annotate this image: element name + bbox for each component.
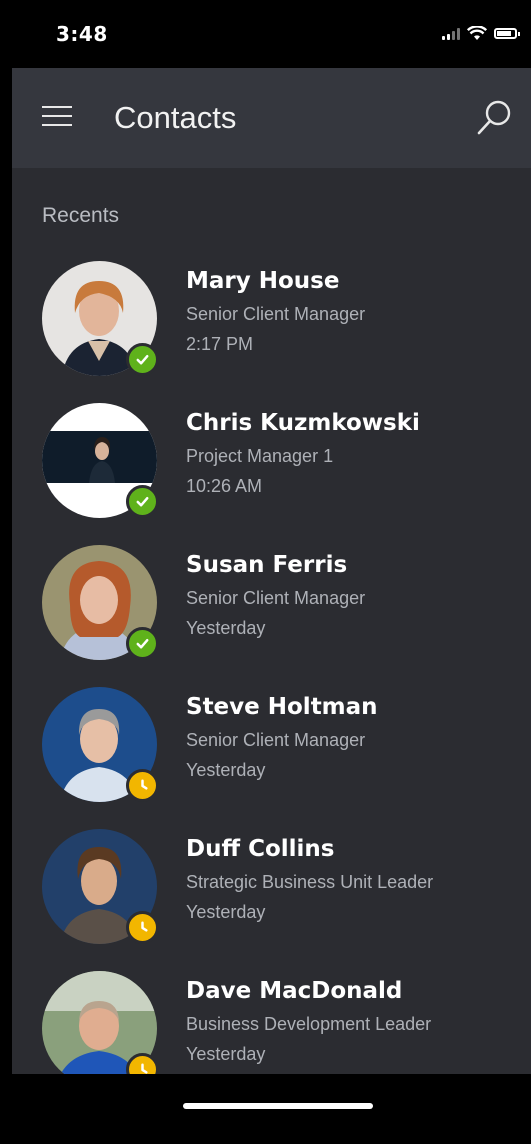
presence-away-badge <box>126 769 159 802</box>
wifi-icon <box>467 26 487 40</box>
contact-name: Susan Ferris <box>186 552 348 578</box>
presence-available-badge <box>126 485 159 518</box>
contact-time: Yesterday <box>186 618 266 638</box>
contact-time: Yesterday <box>186 1044 266 1064</box>
contact-item[interactable]: Duff Collins Strategic Business Unit Lea… <box>12 826 531 968</box>
contact-time: Yesterday <box>186 760 266 780</box>
cellular-signal-icon <box>442 27 460 40</box>
checkmark-icon <box>136 638 149 649</box>
page-title: Contacts <box>114 100 237 135</box>
contact-role: Project Manager 1 <box>186 446 334 466</box>
contact-item[interactable]: Mary House Senior Client Manager 2:17 PM <box>12 258 531 400</box>
contact-info: Susan Ferris Senior Client Manager Yeste… <box>186 552 365 639</box>
search-icon <box>477 100 511 135</box>
section-title-recents: Recents <box>42 204 120 227</box>
contact-name: Duff Collins <box>186 836 335 862</box>
status-bar: 3:48 <box>0 0 531 68</box>
avatar-wrap <box>42 403 159 518</box>
status-time: 3:48 <box>56 22 108 46</box>
contact-role: Business Development Leader <box>186 1014 432 1034</box>
contacts-content: Recents Mary House Senior Client Manager… <box>12 168 531 1086</box>
contact-time: 2:17 PM <box>186 334 254 354</box>
contact-info: Duff Collins Strategic Business Unit Lea… <box>186 836 433 923</box>
menu-button[interactable] <box>42 106 72 130</box>
contact-time: 10:26 AM <box>186 476 263 496</box>
contact-list: Mary House Senior Client Manager 2:17 PM <box>12 258 531 1110</box>
contact-name: Mary House <box>186 268 340 294</box>
hamburger-icon <box>42 106 72 126</box>
contact-role: Senior Client Manager <box>186 730 366 750</box>
avatar-wrap <box>42 545 159 660</box>
avatar-wrap <box>42 687 159 802</box>
contact-info: Chris Kuzmkowski Project Manager 1 10:26… <box>186 410 420 497</box>
avatar-wrap <box>42 261 159 376</box>
contact-item[interactable]: Steve Holtman Senior Client Manager Yest… <box>12 684 531 826</box>
contact-role: Senior Client Manager <box>186 304 366 324</box>
contact-name: Steve Holtman <box>186 694 378 720</box>
contact-item[interactable]: Susan Ferris Senior Client Manager Yeste… <box>12 542 531 684</box>
presence-available-badge <box>126 343 159 376</box>
search-button[interactable] <box>475 98 515 138</box>
contact-role: Senior Client Manager <box>186 588 366 608</box>
contact-info: Steve Holtman Senior Client Manager Yest… <box>186 694 378 781</box>
contact-info: Mary House Senior Client Manager 2:17 PM <box>186 268 365 355</box>
contact-name: Chris Kuzmkowski <box>186 410 420 436</box>
app-header: Contacts <box>12 68 531 168</box>
avatar-wrap <box>42 971 159 1086</box>
checkmark-icon <box>136 354 149 365</box>
avatar-wrap <box>42 829 159 944</box>
battery-icon <box>494 28 520 39</box>
home-indicator[interactable] <box>183 1103 373 1109</box>
clock-icon <box>141 779 148 790</box>
contact-time: Yesterday <box>186 902 266 922</box>
clock-icon <box>141 921 148 932</box>
contact-role: Strategic Business Unit Leader <box>186 872 434 892</box>
checkmark-icon <box>136 496 149 507</box>
contact-item[interactable]: Chris Kuzmkowski Project Manager 1 10:26… <box>12 400 531 542</box>
contact-info: Dave MacDonald Business Development Lead… <box>186 978 431 1065</box>
presence-available-badge <box>126 627 159 660</box>
presence-away-badge <box>126 911 159 944</box>
status-icons <box>442 26 520 41</box>
home-bar <box>0 1074 531 1144</box>
contact-name: Dave MacDonald <box>186 978 403 1004</box>
